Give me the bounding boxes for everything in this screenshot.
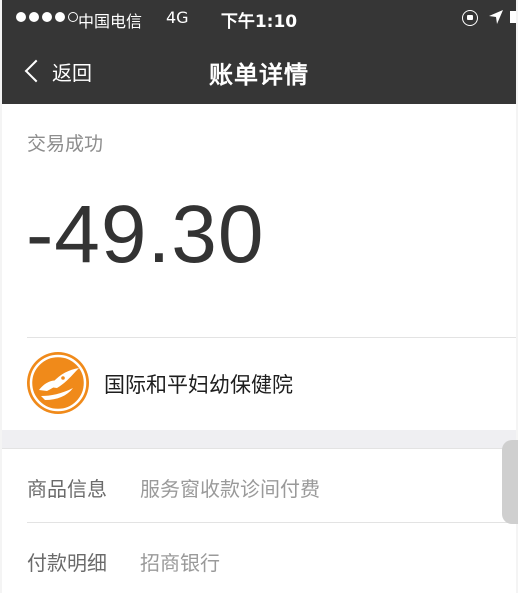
transaction-amount: -49.30: [26, 189, 265, 280]
transaction-status: 交易成功: [27, 133, 104, 155]
orientation-lock-icon: [462, 10, 478, 26]
detail-row-product-info[interactable]: 商品信息 服务窗收款诊间付费: [2, 449, 516, 523]
merchant-logo: [27, 352, 89, 414]
scrollbar-handle[interactable]: [502, 440, 518, 524]
page-title: 账单详情: [209, 61, 309, 89]
detail-value: 招商银行: [140, 551, 220, 575]
merchant-name: 国际和平妇幼保健院: [104, 373, 293, 397]
detail-row-payment-detail[interactable]: 付款明细 招商银行: [2, 523, 516, 593]
detail-value: 服务窗收款诊间付费: [140, 477, 320, 501]
section-gap: [2, 430, 516, 448]
merchant-row[interactable]: 国际和平妇幼保健院: [2, 338, 516, 430]
header: 中国电信 4G 下午1:10 返回 账单详情: [2, 0, 516, 104]
status-time: 下午1:10: [220, 12, 298, 32]
detail-label: 商品信息: [27, 477, 107, 501]
location-arrow-icon: [489, 10, 503, 24]
detail-label: 付款明细: [27, 551, 107, 575]
dove-logo-icon: [29, 354, 87, 412]
status-bar: 中国电信 4G 下午1:10: [2, 0, 516, 38]
navigation-bar: 返回 账单详情: [2, 38, 516, 104]
battery-icon: [510, 11, 516, 23]
bill-detail-screen: 中国电信 4G 下午1:10 返回 账单详情 交易成功 -49.30 国际和平妇…: [2, 0, 516, 593]
